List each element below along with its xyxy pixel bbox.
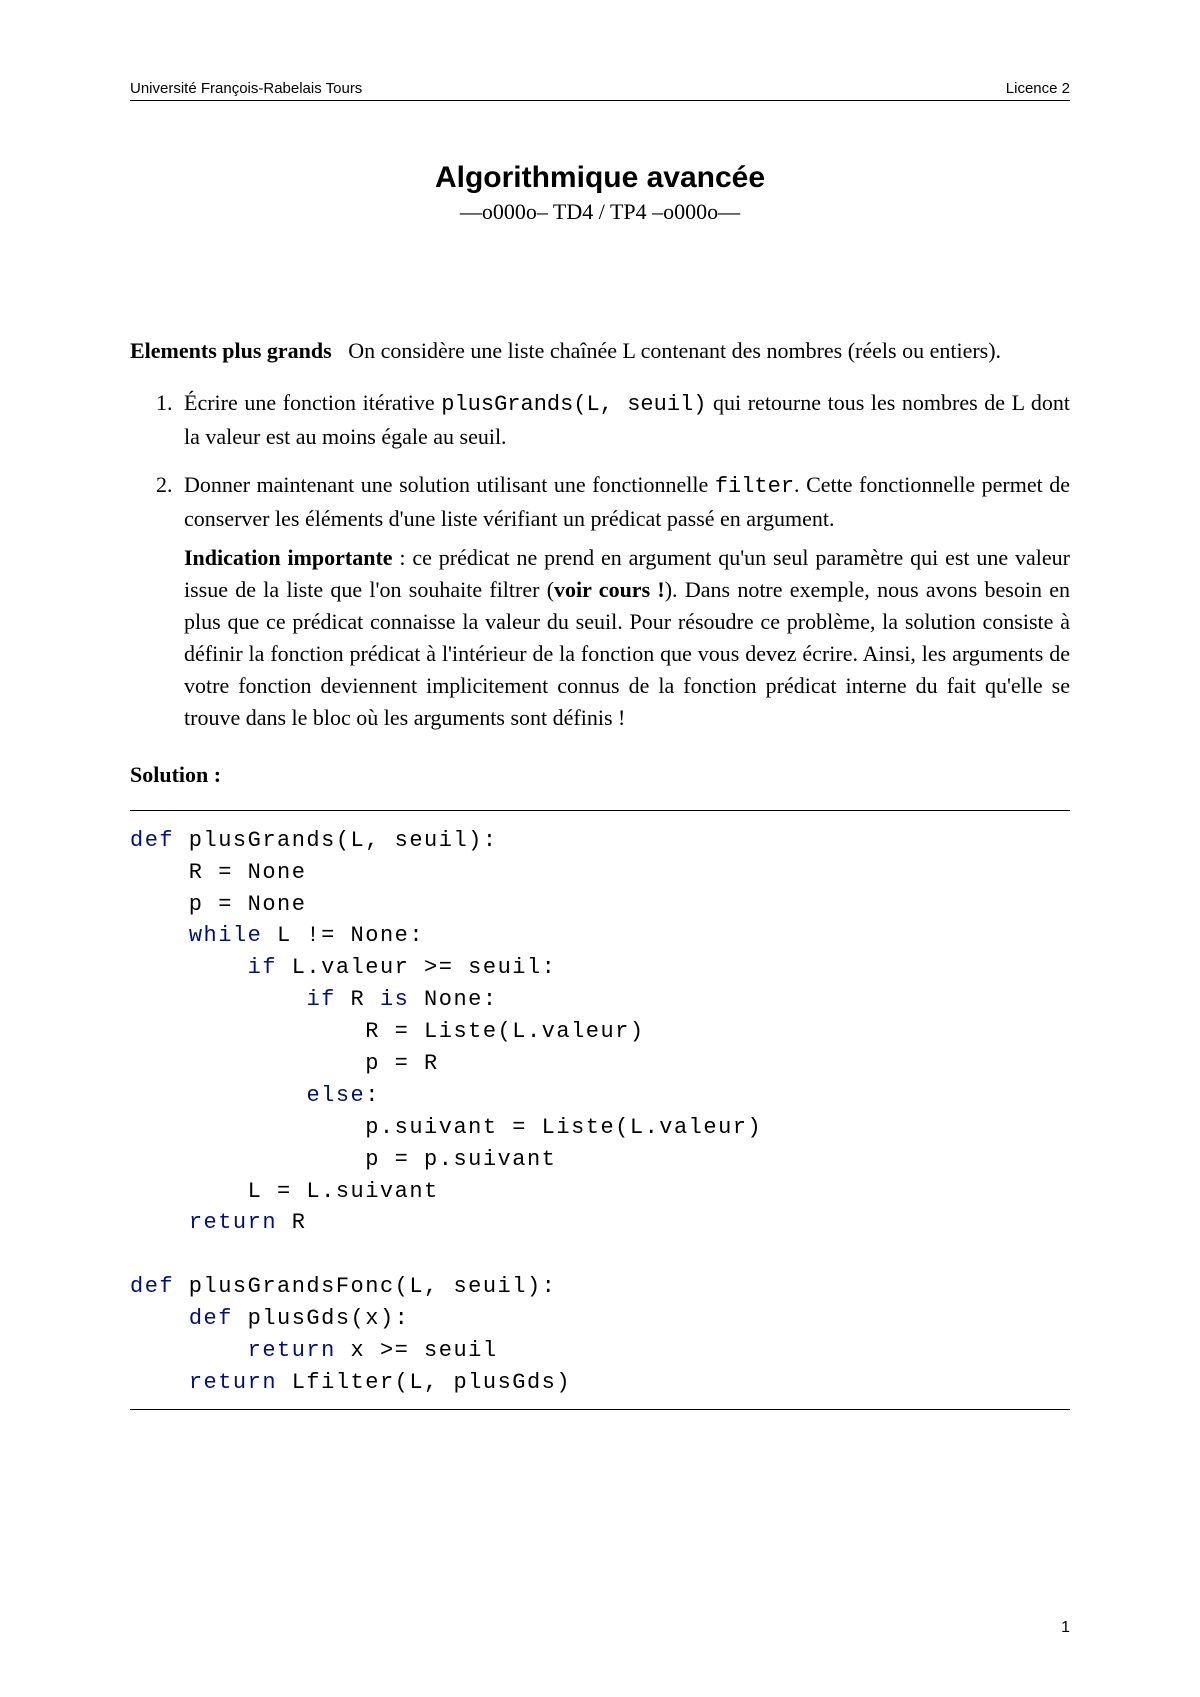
- code-l12: L = L.suivant: [130, 1179, 439, 1204]
- intro-label: Elements plus grands: [130, 338, 332, 363]
- code-l11: p = p.suivant: [130, 1147, 556, 1172]
- header-right: Licence 2: [1006, 80, 1070, 97]
- code-l18c: Lfilter(L, plusGds): [277, 1370, 571, 1395]
- item1-prefix: Écrire une fonction itérative: [184, 390, 441, 415]
- item1-code: plusGrands(L, seuil): [441, 392, 706, 417]
- kw-else: else: [306, 1083, 365, 1108]
- kw-return: return: [189, 1210, 277, 1235]
- code-l18a: [130, 1370, 189, 1395]
- solution-label: Solution :: [130, 762, 1070, 788]
- code-l09c: :: [365, 1083, 380, 1108]
- code-l09a: [130, 1083, 306, 1108]
- code-l13a: [130, 1210, 189, 1235]
- exercise-item-1: Écrire une fonction itérative plusGrands…: [178, 387, 1070, 453]
- code-l13c: R: [277, 1210, 306, 1235]
- code-l06e: None:: [409, 987, 497, 1012]
- code-l05c: L.valeur >= seuil:: [277, 955, 556, 980]
- item2-p2-label: Indication importante: [184, 545, 393, 570]
- code-l17c: x >= seuil: [336, 1338, 498, 1363]
- code-l02: R = None: [130, 860, 306, 885]
- code-l16c: plusGds(x):: [233, 1306, 409, 1331]
- item2-p1a: Donner maintenant une solution utilisant…: [184, 472, 715, 497]
- kw-def: def: [130, 1274, 174, 1299]
- document-title: Algorithmique avancée: [130, 161, 1070, 195]
- intro-paragraph: Elements plus grands On considère une li…: [130, 335, 1070, 367]
- kw-return: return: [248, 1338, 336, 1363]
- title-block: Algorithmique avancée —o000o– TD4 / TP4 …: [130, 161, 1070, 225]
- code-l15b: plusGrandsFonc(L, seuil):: [174, 1274, 556, 1299]
- intro-text: On considère une liste chaînée L contena…: [348, 338, 1001, 363]
- kw-return: return: [189, 1370, 277, 1395]
- kw-if: if: [306, 987, 335, 1012]
- code-l03: p = None: [130, 892, 306, 917]
- header-left: Université François-Rabelais Tours: [130, 80, 362, 97]
- kw-def: def: [189, 1306, 233, 1331]
- code-l06a: [130, 987, 306, 1012]
- exercise-item-2: Donner maintenant une solution utilisant…: [178, 469, 1070, 734]
- code-l08: p = R: [130, 1051, 439, 1076]
- exercise-list: Écrire une fonction itérative plusGrands…: [130, 387, 1070, 734]
- code-l10: p.suivant = Liste(L.valeur): [130, 1115, 762, 1140]
- kw-def: def: [130, 828, 174, 853]
- header: Université François-Rabelais Tours Licen…: [130, 80, 1070, 101]
- page-number: 1: [1061, 1619, 1070, 1637]
- code-l17a: [130, 1338, 248, 1363]
- kw-while: while: [189, 923, 263, 948]
- kw-is: is: [380, 987, 409, 1012]
- page: Université François-Rabelais Tours Licen…: [0, 0, 1200, 1697]
- code-l06c: R: [336, 987, 380, 1012]
- code-l04a: [130, 923, 189, 948]
- code-l16a: [130, 1306, 189, 1331]
- code-l04c: L != None:: [262, 923, 424, 948]
- item2-p1code: filter: [715, 474, 794, 499]
- code-block: def plusGrands(L, seuil): R = None p = N…: [130, 810, 1070, 1410]
- kw-if: if: [248, 955, 277, 980]
- code-l07: R = Liste(L.valeur): [130, 1019, 645, 1044]
- code-l05a: [130, 955, 248, 980]
- code-l01b: plusGrands(L, seuil):: [174, 828, 497, 853]
- document-subtitle: —o000o– TD4 / TP4 –o000o—: [130, 199, 1070, 225]
- item2-p2-bold: voir cours !: [554, 577, 665, 602]
